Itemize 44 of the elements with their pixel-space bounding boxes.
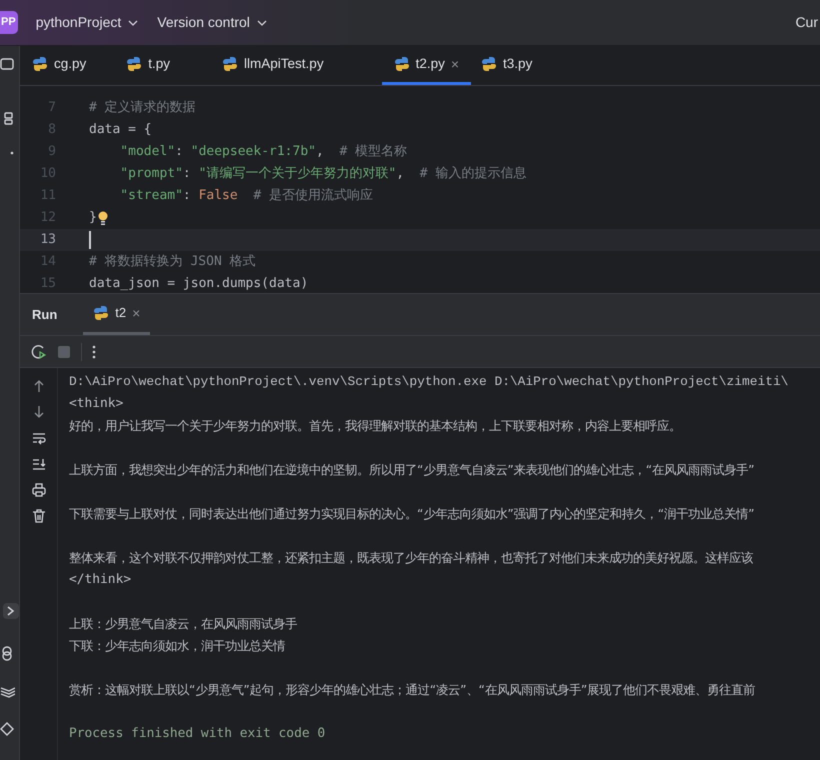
console-command: D:\AiPro\wechat\pythonProject\.venv\Scripts\python.exe D:\AiPro\wechat\pythonProject\zimeiti\ (69, 374, 788, 389)
file-tab[interactable]: llmApiTest.py (222, 46, 382, 85)
project-menu[interactable]: pythonProject (36, 10, 140, 35)
more-options-icon[interactable] (92, 344, 96, 358)
code-line: data_json = json.dumps(data) (89, 275, 308, 293)
rerun-icon[interactable] (31, 344, 47, 360)
python-file-icon (32, 56, 48, 72)
text-cursor (89, 231, 91, 249)
version-control-menu[interactable]: Version control (157, 10, 268, 35)
code-line: # 定义请求的数据 (89, 99, 196, 118)
console-output-line: 好的，用户让我写一个关于少年努力的对联。首先，我得理解对联的基本结构，上下联要相对称，内容上要相呼应。 (69, 419, 681, 433)
python-file-icon (93, 305, 110, 321)
file-tab[interactable]: t3.py (481, 46, 562, 85)
code-line: "prompt": "请编写一个关于少年努力的对联", # 输入的提示信息 (119, 165, 526, 184)
terminal-icon[interactable] (3, 603, 19, 619)
python-file-icon (394, 56, 410, 72)
lightbulb-icon[interactable] (98, 210, 108, 226)
delete-icon[interactable] (30, 508, 46, 524)
code-line: "stream": False # 是否使用流式响应 (119, 187, 374, 206)
scroll-to-end-icon[interactable] (30, 456, 46, 472)
console-output-line: </think> (69, 572, 132, 587)
code-line: data = { (89, 121, 152, 140)
python-file-icon (222, 56, 238, 72)
panel-title: Run (32, 306, 58, 324)
file-tab[interactable]: t2.py × (382, 46, 472, 85)
python-file-icon (126, 56, 142, 72)
print-icon[interactable] (30, 482, 46, 498)
run-configuration-menu[interactable]: Cur (795, 10, 818, 35)
console-output-line: 上联：少男意气自凌云，在风风雨雨试身手 (69, 617, 297, 631)
console-output-line: 下联需要与上联对仗，同时表达出他们通过努力实现目标的决心。“少年志向须如水”强调了内心的坚定和持久，“润干功业总关情” (69, 507, 754, 521)
console-output-line: 下联：少年志向须如水，润干功业总关情 (69, 639, 285, 653)
code-line: } (89, 209, 97, 228)
file-tab[interactable]: t.py (126, 46, 222, 85)
code-line: "model": "deepseek-r1:7b", # 模型名称 (119, 143, 408, 162)
python-file-icon (481, 56, 498, 72)
console-output-line: 整体来看，这个对联不仅押韵对仗工整，还紧扣主题，既表现了少年的奋斗精神，也寄托了对他们未来成功的美好祝愿。这样应该 (69, 551, 753, 565)
project-logo: PP (0, 11, 18, 34)
line-number: 13 (39, 231, 56, 250)
console-output-line: <think> (69, 396, 124, 411)
console-output-line: 上联方面，我想突出少年的活力和他们在逆境中的坚韧。所以用了“少男意气自凌云”来表现他们的雄心壮志，“在风风雨雨试身手” (69, 463, 754, 477)
file-tab[interactable]: cg.py (32, 46, 126, 85)
process-exit-message: Process finished with exit code 0 (69, 726, 326, 741)
console-output-line: 赏析：这幅对联上联以“少男意气”起句，形容少年的雄心壮志；通过“凌云”、“在风风雨雨试身手”展现了他们不畏艰难、勇往直前 (69, 683, 756, 697)
code-line: # 将数据转换为 JSON 格式 (89, 253, 256, 272)
